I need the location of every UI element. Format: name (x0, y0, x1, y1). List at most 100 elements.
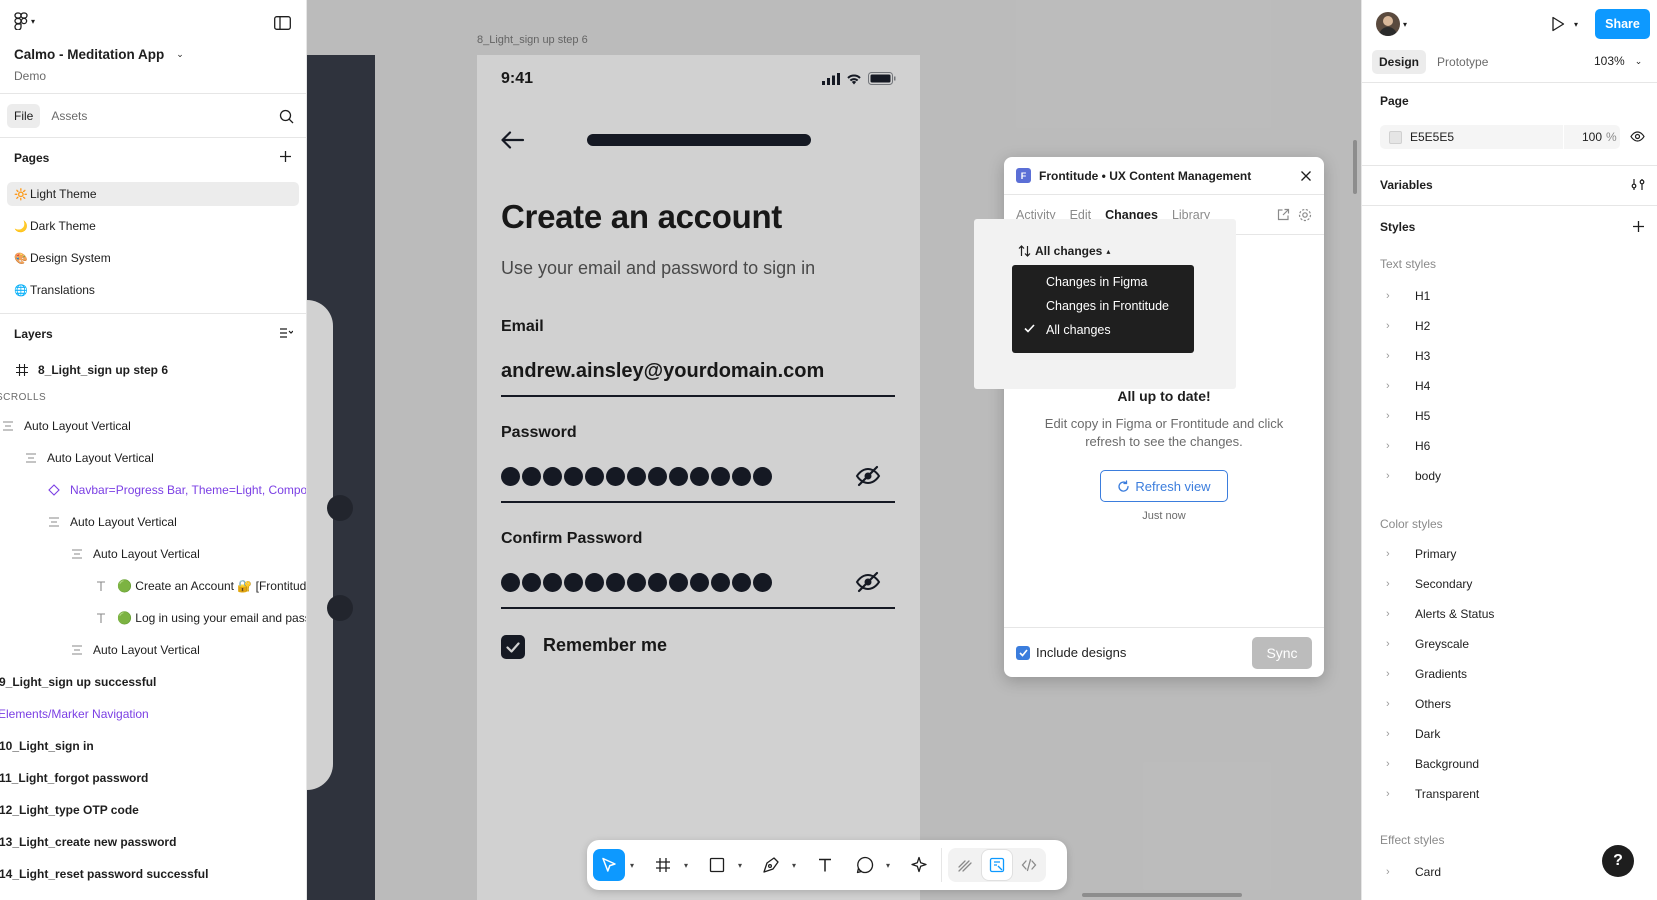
layer-row[interactable]: Auto Layout Vertical (69, 634, 200, 666)
menu-item-changes-in-figma[interactable]: Changes in Figma (1012, 270, 1194, 294)
layer-row[interactable]: Auto Layout Vertical (46, 506, 177, 538)
style-item[interactable]: › Dark (1380, 719, 1440, 749)
vertical-scrollbar[interactable] (1353, 140, 1357, 194)
shape-tool-button[interactable] (701, 849, 733, 881)
last-refreshed: Just now (1142, 510, 1186, 522)
style-item[interactable]: › body (1380, 461, 1441, 491)
layer-list-options-button[interactable] (279, 327, 295, 339)
layer-row[interactable]: Auto Layout Vertical (23, 442, 154, 474)
page-item-translations[interactable]: 🌐 Translations (7, 278, 299, 302)
style-item[interactable]: › Others (1380, 689, 1451, 719)
style-label: Secondary (1415, 577, 1473, 591)
horizontal-scrollbar[interactable] (1082, 893, 1242, 897)
text-tool-button[interactable] (809, 849, 841, 881)
chevron-right-icon: › (1386, 758, 1390, 770)
style-item[interactable]: › Transparent (1380, 779, 1479, 809)
variables-title[interactable]: Variables (1380, 178, 1433, 192)
style-item[interactable]: › H4 (1380, 371, 1430, 401)
present-button[interactable]: ▾ (1551, 16, 1578, 32)
page-item-design-system[interactable]: 🎨 Design System (7, 246, 299, 270)
toggle-visibility-button[interactable] (1630, 131, 1645, 142)
chevron-down-icon[interactable]: ▾ (787, 861, 801, 870)
add-page-button[interactable] (279, 150, 295, 163)
page-background-field[interactable]: E5E5E5 100 % (1380, 125, 1620, 149)
layer-row[interactable]: 10_Light_sign in (0, 730, 94, 762)
tab-prototype[interactable]: Prototype (1430, 50, 1495, 74)
share-button[interactable]: Share (1595, 9, 1650, 39)
layer-row[interactable]: 9_Light_sign up successful (0, 666, 156, 698)
sync-button[interactable]: Sync (1252, 636, 1312, 669)
plus-icon (1633, 221, 1644, 232)
page-item-dark-theme[interactable]: 🌙 Dark Theme (7, 214, 299, 238)
page-item-light-theme[interactable]: 🔆 Light Theme (7, 182, 299, 206)
zoom-dropdown[interactable]: 103% ⌄ (1594, 54, 1642, 68)
figma-main-menu[interactable]: ▾ (14, 12, 44, 30)
layer-row[interactable]: Auto Layout Vertical (69, 538, 200, 570)
toggle-sidebar-button[interactable] (274, 16, 292, 30)
layer-row[interactable]: 🟢 Log in using your email and pass (93, 602, 306, 634)
dev-mode-button[interactable] (1014, 850, 1044, 880)
ai-tool-button[interactable] (903, 849, 935, 881)
style-item[interactable]: › H1 (1380, 281, 1430, 311)
style-item[interactable]: › H5 (1380, 401, 1430, 431)
external-link-icon[interactable] (1277, 208, 1290, 221)
user-menu[interactable]: ▾ (1376, 12, 1407, 36)
tab-file[interactable]: File (7, 104, 41, 128)
chevron-down-icon[interactable]: ▾ (733, 861, 747, 870)
gear-icon[interactable] (1298, 208, 1312, 222)
add-style-button[interactable] (1632, 220, 1645, 233)
style-item[interactable]: › Background (1380, 749, 1479, 779)
layer-row[interactable]: Auto Layout Vertical (0, 410, 131, 442)
menu-item-changes-in-frontitude[interactable]: Changes in Frontitude (1012, 294, 1194, 318)
list-options-icon (280, 328, 293, 338)
layer-row[interactable]: 12_Light_type OTP code (0, 794, 139, 826)
search-button[interactable] (279, 109, 295, 124)
style-item[interactable]: › Gradients (1380, 659, 1467, 689)
comment-tool-button[interactable] (849, 849, 881, 881)
layer-row[interactable]: 13_Light_create new password (0, 826, 176, 858)
menu-item-all-changes[interactable]: All changes (1012, 318, 1194, 342)
style-item[interactable]: › Greyscale (1380, 629, 1469, 659)
refresh-view-button[interactable]: Refresh view (1100, 470, 1228, 502)
page-opacity-value[interactable]: 100 (1564, 130, 1606, 144)
variables-settings-button[interactable] (1631, 178, 1645, 191)
style-label: Alerts & Status (1415, 607, 1495, 621)
menu-item-label: All changes (1046, 323, 1111, 337)
style-item[interactable]: › Alerts & Status (1380, 599, 1494, 629)
chevron-down-icon[interactable]: ▾ (881, 861, 895, 870)
up-to-date-description: Edit copy in Figma or Frontitude and cli… (1044, 416, 1284, 449)
plugin-header[interactable]: F Frontitude • UX Content Management (1004, 157, 1324, 195)
style-item[interactable]: › H2 (1380, 311, 1430, 341)
layer-row[interactable]: 14_Light_reset password successful (0, 858, 208, 890)
text-icon (819, 858, 831, 872)
layer-row[interactable]: Navbar=Progress Bar, Theme=Light, Compon (46, 474, 306, 506)
layer-row[interactable]: 11_Light_forgot password (0, 762, 148, 794)
design-mode-button[interactable] (982, 850, 1012, 880)
draw-mode-button[interactable] (950, 850, 980, 880)
style-item[interactable]: › H3 (1380, 341, 1430, 371)
project-title[interactable]: Calmo - Meditation App ⌄ (14, 47, 184, 62)
move-tool-button[interactable] (593, 849, 625, 881)
help-button[interactable]: ? (1602, 845, 1634, 877)
chevron-down-icon[interactable]: ▾ (679, 861, 693, 870)
frame-tool-button[interactable] (647, 849, 679, 881)
chevron-down-icon[interactable]: ▾ (625, 861, 639, 870)
style-item[interactable]: › H6 (1380, 431, 1430, 461)
layer-row[interactable]: 🟢 Create an Account 🔐 [Frontitud (93, 570, 306, 602)
include-designs-checkbox[interactable] (1016, 645, 1030, 660)
style-item[interactable]: › Secondary (1380, 569, 1472, 599)
pen-tool-button[interactable] (755, 849, 787, 881)
style-item[interactable]: › Card (1380, 857, 1441, 887)
refresh-icon (1118, 479, 1130, 492)
sort-dropdown[interactable]: All changes ▴ (1018, 244, 1110, 258)
page-color-value[interactable]: E5E5E5 (1410, 130, 1563, 144)
layer-row[interactable]: Elements/Marker Navigation (0, 698, 149, 730)
style-item[interactable]: › Primary (1380, 539, 1456, 569)
layer-label: Elements/Marker Navigation (0, 707, 149, 721)
tab-assets[interactable]: Assets (44, 104, 94, 128)
page-label: Design System (30, 251, 111, 265)
color-swatch[interactable] (1389, 130, 1402, 144)
close-button[interactable] (1300, 170, 1312, 182)
tab-design[interactable]: Design (1372, 50, 1427, 74)
page-section-title: Page (1380, 94, 1409, 108)
